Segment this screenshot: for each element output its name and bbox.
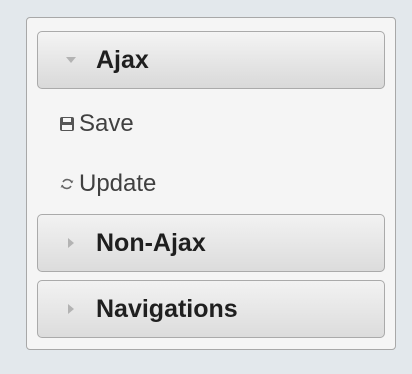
section-header-ajax[interactable]: Ajax (37, 31, 385, 89)
refresh-icon (57, 174, 77, 194)
triangle-down-icon (60, 56, 82, 64)
section-label-navigations: Navigations (96, 294, 238, 323)
menu-item-update[interactable]: Update (57, 166, 156, 202)
section-header-navigations[interactable]: Navigations (37, 280, 385, 338)
section-header-non-ajax[interactable]: Non-Ajax (37, 214, 385, 272)
disk-icon (57, 114, 77, 134)
section-label-ajax: Ajax (96, 45, 149, 74)
triangle-right-icon (60, 237, 82, 249)
panel-menu: Ajax Save Update Non-Ajax Navigations (26, 17, 396, 350)
triangle-right-icon (60, 303, 82, 315)
menu-item-save-label: Save (79, 110, 134, 137)
menu-item-save[interactable]: Save (57, 106, 134, 142)
section-label-non-ajax: Non-Ajax (96, 228, 206, 257)
menu-item-update-label: Update (79, 170, 157, 197)
